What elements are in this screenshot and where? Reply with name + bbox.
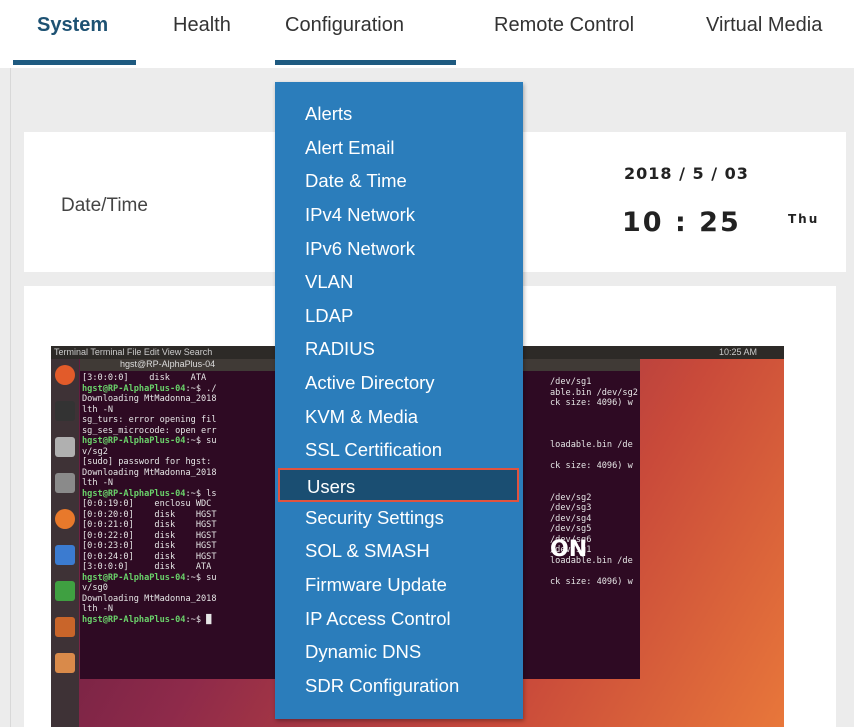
overlay-text: ON — [550, 537, 588, 562]
software-icon — [55, 653, 75, 673]
calc-icon — [55, 581, 75, 601]
menu-item-radius[interactable]: RADIUS — [275, 332, 523, 366]
configuration-dropdown-menu: Alerts Alert Email Date & Time IPv4 Netw… — [275, 82, 523, 719]
files-icon — [55, 473, 75, 493]
menu-item-date-time[interactable]: Date & Time — [275, 164, 523, 198]
datetime-label: Date/Time — [61, 195, 148, 216]
date-value: 2018 / 5 / 03 — [624, 164, 749, 183]
desktop-launcher — [51, 359, 79, 727]
desktop-menubar: Terminal Terminal File Edit View Search — [54, 347, 213, 357]
menu-item-sol-smash[interactable]: SOL & SMASH — [275, 534, 523, 568]
desktop-clock: 10:25 AM — [719, 347, 758, 357]
tab-remote-control[interactable]: Remote Control — [494, 14, 634, 37]
disk-icon — [55, 437, 75, 457]
menu-item-firmware-update[interactable]: Firmware Update — [275, 568, 523, 602]
tab-system[interactable]: System — [37, 14, 108, 37]
menu-item-ldap[interactable]: LDAP — [275, 299, 523, 333]
tab-configuration[interactable]: Configuration — [285, 14, 404, 37]
menu-item-ipv4-network[interactable]: IPv4 Network — [275, 198, 523, 232]
menu-item-alert-email[interactable]: Alert Email — [275, 131, 523, 165]
day-value: Thu — [788, 212, 820, 226]
top-nav: System Health Configuration Remote Contr… — [0, 0, 854, 68]
terminal-icon — [55, 401, 75, 421]
tab-health[interactable]: Health — [173, 14, 231, 37]
tab-virtual-media[interactable]: Virtual Media — [706, 14, 822, 37]
menu-item-security-settings[interactable]: Security Settings — [275, 501, 523, 535]
menu-item-users[interactable]: Users — [278, 468, 519, 502]
open-tab-indicator — [275, 60, 456, 65]
menu-item-ipv6-network[interactable]: IPv6 Network — [275, 232, 523, 266]
impress-icon — [55, 617, 75, 637]
menu-item-dynamic-dns[interactable]: Dynamic DNS — [275, 635, 523, 669]
writer-icon — [55, 545, 75, 565]
menu-item-kvm-media[interactable]: KVM & Media — [275, 400, 523, 434]
active-tab-indicator — [13, 60, 136, 65]
menu-item-vlan[interactable]: VLAN — [275, 265, 523, 299]
menu-item-sdr-configuration[interactable]: SDR Configuration — [275, 669, 523, 703]
menu-item-alerts[interactable]: Alerts — [275, 97, 523, 131]
firefox-icon — [55, 509, 75, 529]
ubuntu-icon — [55, 365, 75, 385]
time-value: 10 : 25 — [622, 207, 741, 238]
menu-item-active-directory[interactable]: Active Directory — [275, 366, 523, 400]
menu-item-ip-access-control[interactable]: IP Access Control — [275, 602, 523, 636]
menu-item-ssl-certification[interactable]: SSL Certification — [275, 433, 523, 467]
